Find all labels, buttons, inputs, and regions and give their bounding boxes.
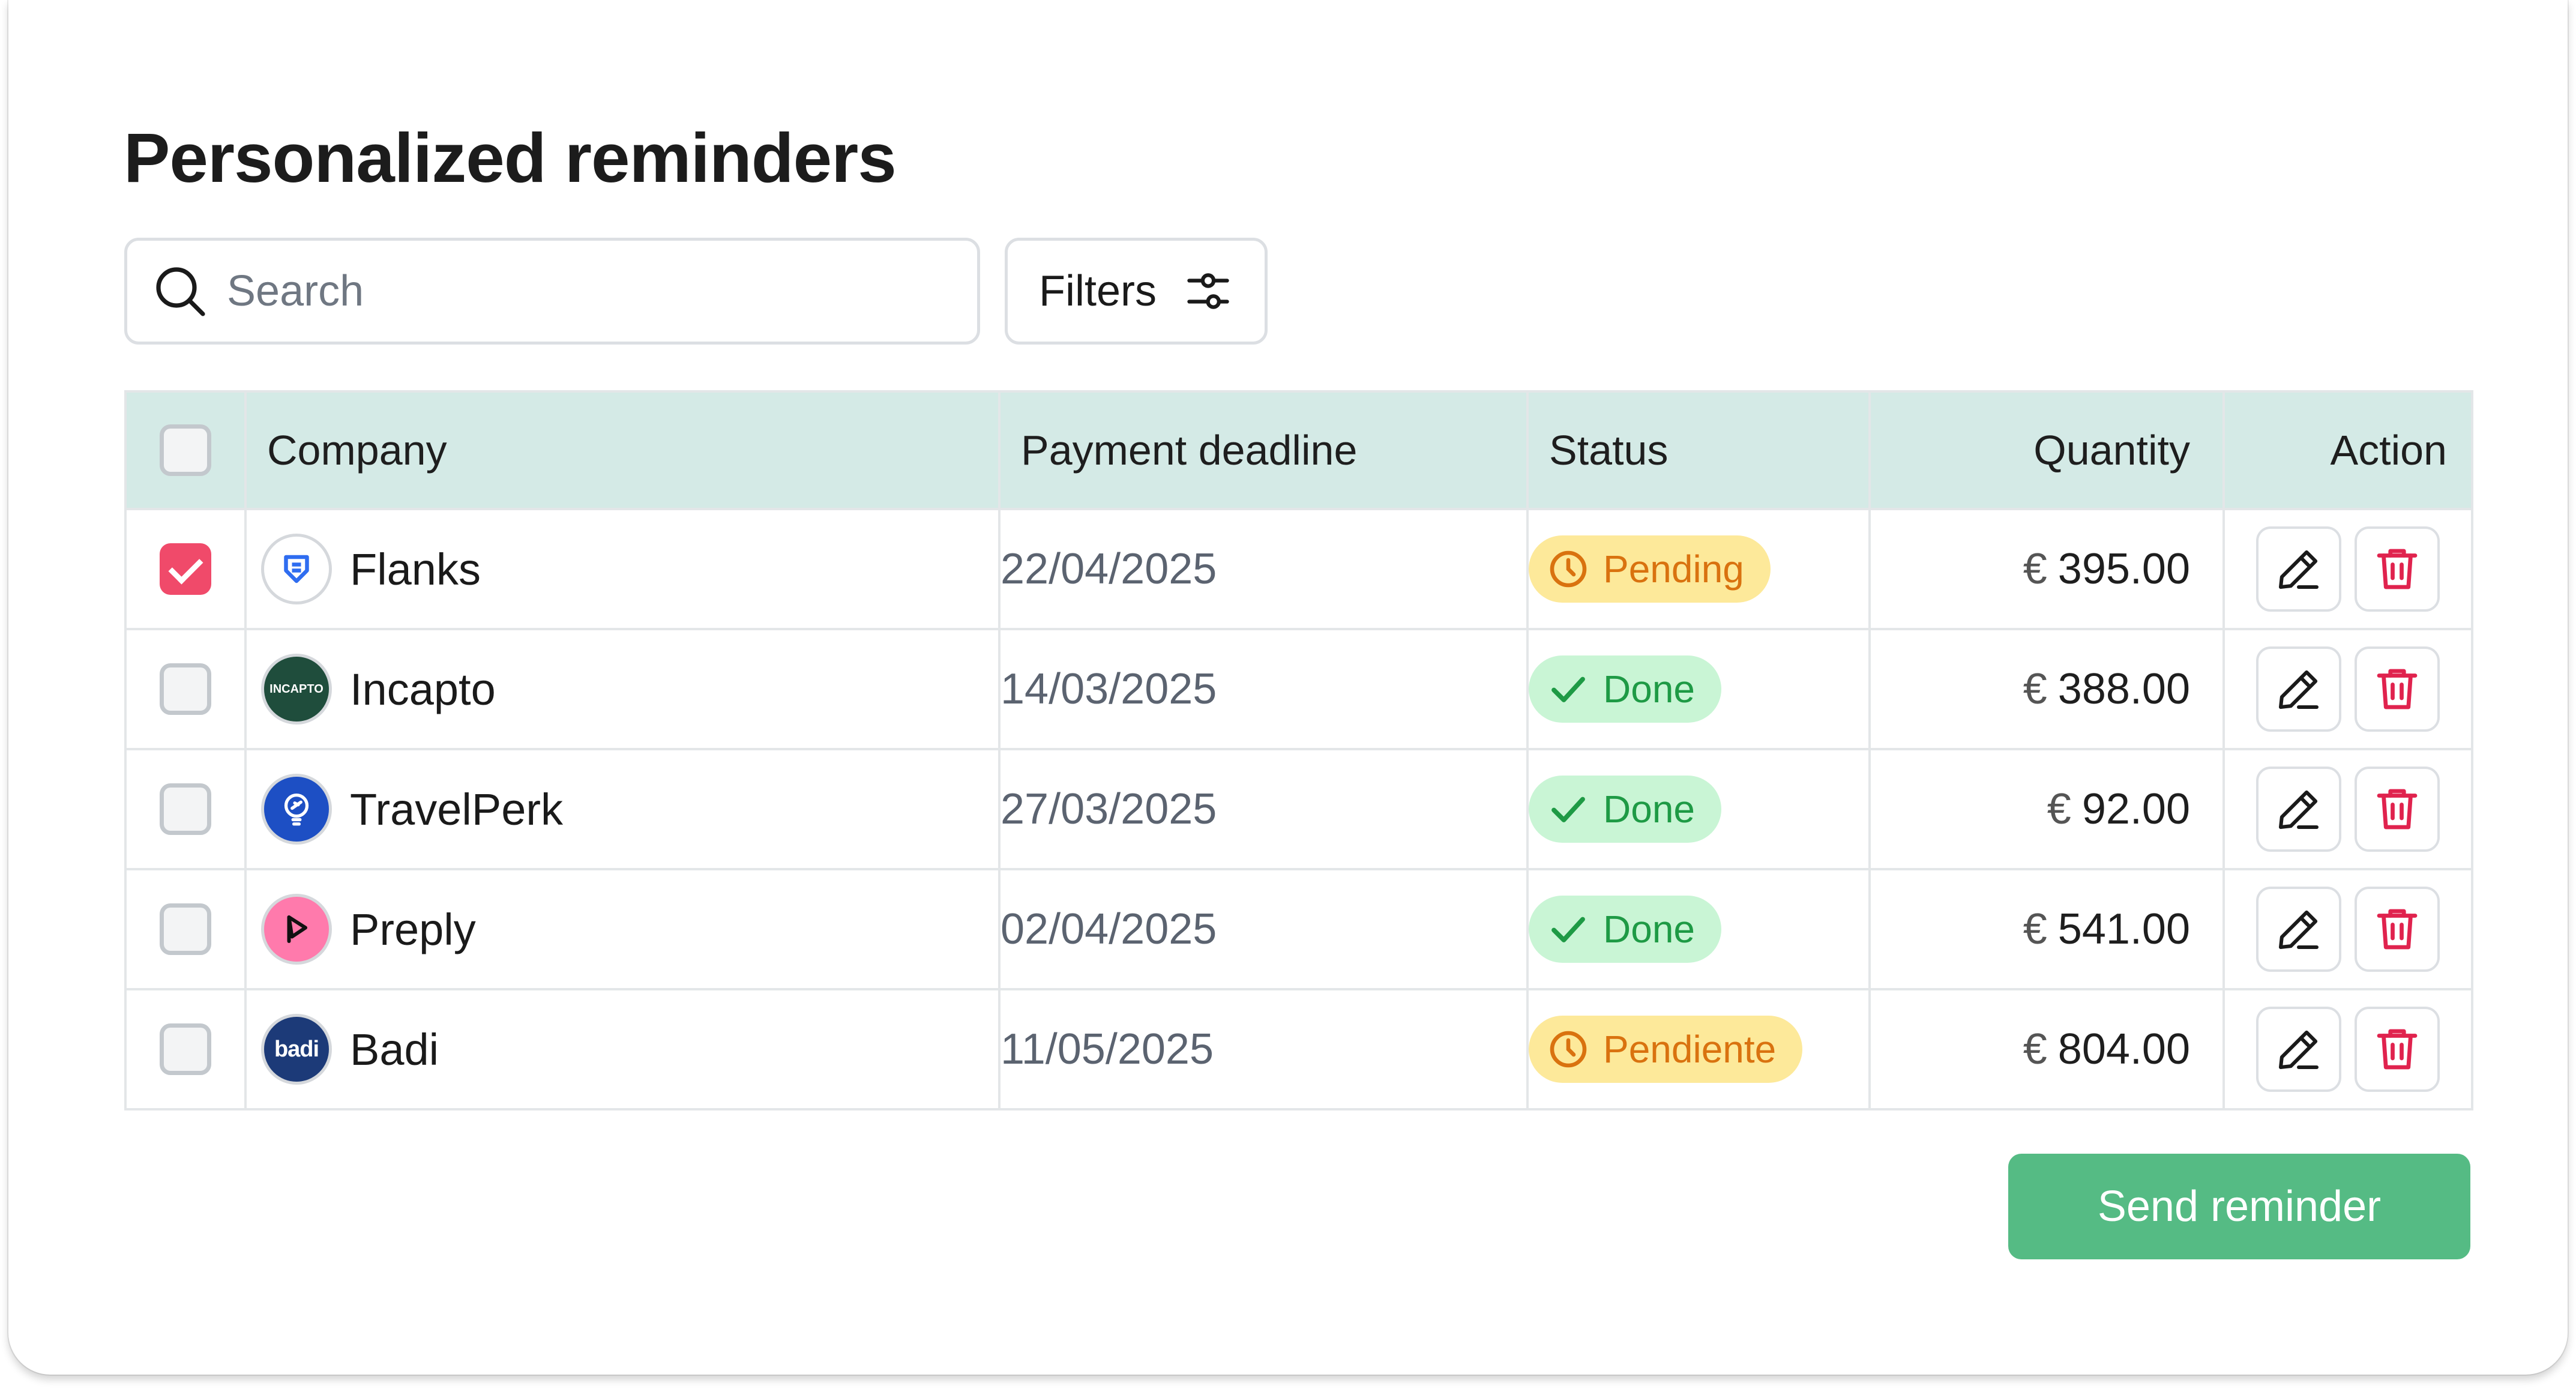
- header-quantity[interactable]: Quantity: [1868, 390, 2225, 510]
- page-title: Personalized reminders: [124, 119, 897, 197]
- status-label: Pendiente: [1603, 1028, 1777, 1071]
- clock-icon: [1550, 550, 1587, 588]
- edit-button[interactable]: [2256, 1007, 2341, 1092]
- header-payment-deadline[interactable]: Payment deadline: [998, 390, 1529, 510]
- delete-button[interactable]: [2355, 767, 2440, 852]
- status-label: Done: [1603, 788, 1695, 831]
- row-checkbox[interactable]: [160, 543, 211, 595]
- delete-button[interactable]: [2355, 887, 2440, 972]
- row-checkbox[interactable]: [160, 1023, 211, 1075]
- amount: 804.00: [2057, 1025, 2190, 1073]
- currency-symbol: €: [2023, 905, 2047, 953]
- company-name: Badi: [350, 1024, 439, 1074]
- status-badge: Pendiente: [1529, 1016, 1803, 1083]
- status-badge: Done: [1529, 776, 1721, 843]
- send-reminder-button[interactable]: Send reminder: [2008, 1154, 2470, 1259]
- edit-button[interactable]: [2256, 646, 2341, 732]
- edit-button[interactable]: [2256, 887, 2341, 972]
- status-label: Done: [1603, 908, 1695, 951]
- status-badge: Done: [1529, 655, 1721, 723]
- check-icon: [1551, 797, 1585, 822]
- preply-logo: [261, 894, 332, 965]
- header-company[interactable]: Company: [244, 390, 1001, 510]
- reminders-table: Company Payment deadline Status Quantity…: [124, 390, 2473, 1110]
- trash-icon: [2377, 909, 2418, 950]
- filters-button[interactable]: Filters: [1005, 238, 1268, 345]
- reminders-card: Personalized reminders Filters Company P…: [8, 0, 2568, 1375]
- table-row: Preply 02/04/2025 Done €541.00: [124, 868, 2473, 990]
- currency-symbol: €: [2023, 545, 2047, 593]
- delete-button[interactable]: [2355, 1007, 2440, 1092]
- amount: 388.00: [2057, 665, 2190, 713]
- check-icon: [1551, 917, 1585, 942]
- pencil-icon: [2279, 790, 2319, 829]
- company-name: Preply: [350, 904, 476, 954]
- header-action: Action: [2222, 390, 2473, 510]
- table-row: badi Badi 11/05/2025 Pendiente €804.00: [124, 988, 2473, 1110]
- travelperk-logo: [261, 774, 332, 845]
- company-name: Flanks: [350, 544, 481, 594]
- edit-button[interactable]: [2256, 526, 2341, 612]
- pencil-icon: [2279, 670, 2319, 709]
- delete-button[interactable]: [2355, 646, 2440, 732]
- currency-symbol: €: [2047, 785, 2071, 833]
- table-row: INCAPTO Incapto 14/03/2025 Done €388.00: [124, 628, 2473, 750]
- edit-button[interactable]: [2256, 767, 2341, 852]
- select-all-checkbox[interactable]: [160, 424, 211, 476]
- payment-deadline: 02/04/2025: [998, 868, 1529, 990]
- company-name: TravelPerk: [350, 784, 564, 834]
- clock-icon: [1550, 1031, 1587, 1068]
- pencil-icon: [2279, 1030, 2319, 1069]
- pencil-icon: [2279, 550, 2319, 589]
- table-header-row: Company Payment deadline Status Quantity…: [124, 390, 2473, 510]
- table-row: Flanks 22/04/2025 Pending €395.00: [124, 508, 2473, 630]
- amount: 395.00: [2057, 545, 2190, 593]
- status-label: Pending: [1603, 547, 1744, 591]
- pencil-icon: [2279, 910, 2319, 949]
- badi-logo: badi: [261, 1014, 332, 1085]
- search-input[interactable]: [226, 266, 948, 316]
- currency-symbol: €: [2023, 665, 2047, 713]
- header-status[interactable]: Status: [1526, 390, 1871, 510]
- status-label: Done: [1603, 667, 1695, 711]
- row-checkbox[interactable]: [160, 663, 211, 715]
- status-badge: Pending: [1529, 535, 1771, 603]
- currency-symbol: €: [2023, 1025, 2047, 1073]
- trash-icon: [2377, 1029, 2418, 1070]
- amount: 92.00: [2081, 785, 2190, 833]
- payment-deadline: 22/04/2025: [998, 508, 1529, 630]
- amount: 541.00: [2057, 905, 2190, 953]
- row-checkbox[interactable]: [160, 783, 211, 835]
- row-checkbox[interactable]: [160, 903, 211, 955]
- incapto-logo: INCAPTO: [261, 654, 332, 725]
- trash-icon: [2377, 789, 2418, 830]
- payment-deadline: 11/05/2025: [998, 988, 1529, 1110]
- sliders-icon: [1187, 273, 1229, 309]
- payment-deadline: 27/03/2025: [998, 748, 1529, 870]
- trash-icon: [2377, 669, 2418, 710]
- trash-icon: [2377, 549, 2418, 589]
- search-box[interactable]: [124, 238, 980, 345]
- delete-button[interactable]: [2355, 526, 2440, 612]
- filters-label: Filters: [1039, 267, 1157, 315]
- flanks-logo: [261, 534, 332, 604]
- status-badge: Done: [1529, 896, 1721, 963]
- payment-deadline: 14/03/2025: [998, 628, 1529, 750]
- search-icon: [156, 267, 205, 316]
- table-row: TravelPerk 27/03/2025 Done €92.00: [124, 748, 2473, 870]
- company-name: Incapto: [350, 664, 496, 714]
- check-icon: [1551, 676, 1585, 702]
- header-select-all-cell: [124, 390, 247, 510]
